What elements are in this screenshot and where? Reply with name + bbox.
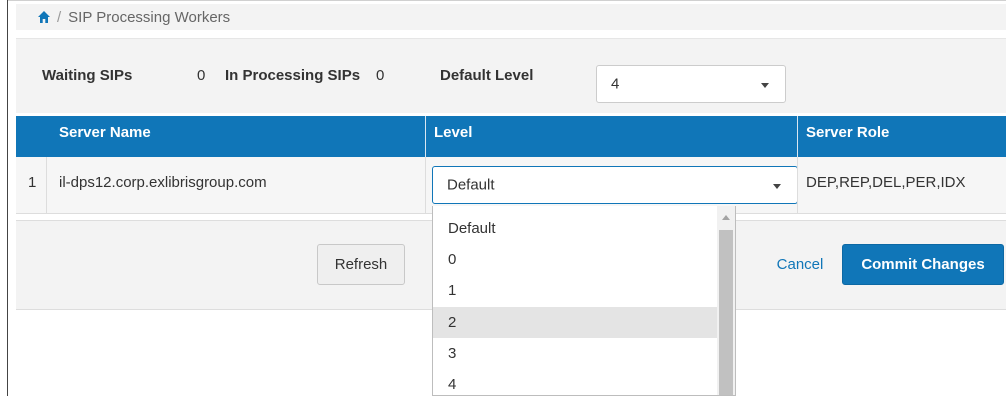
header-divider: [797, 116, 798, 157]
scroll-up-icon[interactable]: [722, 215, 730, 220]
dropdown-scrollbar[interactable]: [717, 206, 735, 395]
commit-changes-button[interactable]: Commit Changes: [842, 244, 1004, 285]
table-header: Server Name Level Server Role: [16, 116, 1006, 157]
summary-panel: Waiting SIPs 0 In Processing SIPs 0 Defa…: [16, 38, 1006, 113]
level-dropdown-list[interactable]: Default 0 1 2 3 4: [432, 206, 736, 396]
default-level-value: 4: [611, 75, 620, 93]
level-option-2[interactable]: 2: [433, 307, 717, 338]
top-border: [7, 0, 1006, 1]
default-level-label: Default Level: [440, 67, 534, 84]
breadcrumb: / SIP Processing Workers: [16, 4, 1006, 30]
level-option-1[interactable]: 1: [433, 275, 717, 306]
level-option-3[interactable]: 3: [433, 338, 717, 369]
level-option-default[interactable]: Default: [433, 213, 717, 244]
column-header-server-name[interactable]: Server Name: [59, 116, 151, 157]
level-option-4[interactable]: 4: [433, 369, 717, 395]
column-header-server-role[interactable]: Server Role: [806, 116, 889, 157]
chevron-down-icon: [773, 184, 781, 189]
breadcrumb-separator: /: [57, 8, 62, 26]
refresh-button[interactable]: Refresh: [317, 244, 405, 285]
level-option-0[interactable]: 0: [433, 244, 717, 275]
cell-divider: [46, 157, 47, 213]
row-index: 1: [28, 174, 37, 191]
cell-divider: [425, 157, 426, 213]
scrollbar-thumb[interactable]: [719, 230, 733, 395]
breadcrumb-current: SIP Processing Workers: [68, 8, 231, 26]
header-divider: [425, 116, 426, 157]
server-name-cell: il-dps12.corp.exlibrisgroup.com: [59, 174, 267, 191]
column-header-level[interactable]: Level: [434, 116, 472, 157]
in-processing-sips-label: In Processing SIPs: [225, 67, 361, 84]
in-processing-sips-value: 0: [376, 67, 385, 84]
home-icon[interactable]: [37, 10, 51, 24]
default-level-select[interactable]: 4: [596, 65, 786, 103]
cell-divider: [797, 157, 798, 213]
cancel-button[interactable]: Cancel: [774, 244, 826, 285]
waiting-sips-label: Waiting SIPs: [42, 67, 133, 84]
left-border: [7, 0, 8, 396]
waiting-sips-value: 0: [197, 67, 206, 84]
server-role-cell: DEP,REP,DEL,PER,IDX: [806, 174, 966, 191]
level-select-value: Default: [447, 176, 495, 194]
chevron-down-icon: [761, 83, 769, 88]
level-select[interactable]: Default: [432, 166, 798, 204]
